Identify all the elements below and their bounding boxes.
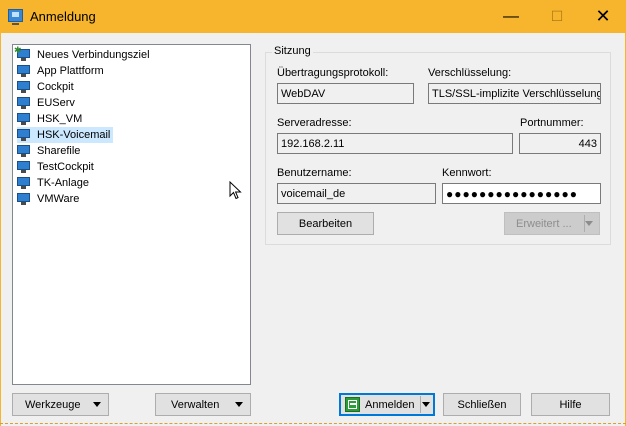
chevron-down-icon[interactable] <box>422 402 430 407</box>
server-address-input[interactable]: 192.168.2.11 <box>277 133 513 154</box>
site-item-vmware[interactable]: VMWare <box>17 191 82 207</box>
close-button[interactable]: Schließen <box>443 393 521 416</box>
tools-button-label: Werkzeuge <box>25 398 81 411</box>
server-address-value: 192.168.2.11 <box>281 137 345 150</box>
new-site-icon: ✱ <box>14 45 30 61</box>
site-item-label: Sharefile <box>37 145 81 157</box>
close-window-button[interactable]: ✕ <box>580 0 626 33</box>
window-title: Anmeldung <box>30 9 96 24</box>
site-item-label: VMWare <box>37 193 80 205</box>
session-group-title: Sitzung <box>272 45 313 57</box>
password-value: ●●●●●●●●●●●●●●●● <box>446 186 578 201</box>
manage-button-label: Verwalten <box>171 398 220 411</box>
server-label: Serveradresse: <box>277 117 352 129</box>
help-button[interactable]: Hilfe <box>531 393 610 416</box>
title-bar: Anmeldung — ☐ ✕ <box>0 0 626 33</box>
site-item-label: App Plattform <box>37 65 104 77</box>
monitor-icon <box>17 145 30 157</box>
site-item-label: Cockpit <box>37 81 74 93</box>
monitor-icon <box>17 193 30 205</box>
password-label: Kennwort: <box>442 167 492 179</box>
site-item-app-plattform[interactable]: App Plattform <box>17 63 107 79</box>
encryption-value: TLS/SSL-implizite Verschlüsselung <box>432 87 601 100</box>
site-item-cockpit[interactable]: Cockpit <box>17 79 77 95</box>
login-button[interactable]: Anmelden <box>339 393 435 416</box>
close-button-label: Schließen <box>457 398 507 411</box>
username-input[interactable]: voicemail_de <box>277 183 436 204</box>
edit-button-label: Bearbeiten <box>298 217 353 230</box>
encryption-select[interactable]: TLS/SSL-implizite Verschlüsselung <box>428 83 601 104</box>
chevron-down-icon[interactable] <box>585 221 593 226</box>
protocol-value: WebDAV <box>281 87 326 100</box>
advanced-button-label: Erweitert ... <box>516 217 572 230</box>
port-number-input[interactable]: 443 <box>519 133 601 154</box>
edit-button[interactable]: Bearbeiten <box>277 212 374 235</box>
monitor-icon <box>17 113 30 125</box>
site-item-label: HSK-Voicemail <box>37 129 111 141</box>
tools-button[interactable]: Werkzeuge <box>12 393 109 416</box>
protocol-label: Übertragungsprotokoll: <box>277 67 389 79</box>
username-label: Benutzername: <box>277 167 352 179</box>
advanced-button[interactable]: Erweitert ... <box>504 212 600 235</box>
encryption-label: Verschlüsselung: <box>428 67 512 79</box>
site-item-label: Neues Verbindungsziel <box>37 49 150 61</box>
app-monitor-icon <box>8 9 23 25</box>
window-border-left <box>0 33 1 426</box>
site-item-tk-anlage[interactable]: TK-Anlage <box>17 175 92 191</box>
site-list[interactable]: ✱ Neues Verbindungsziel App Plattform Co… <box>12 44 251 385</box>
login-icon <box>345 397 360 412</box>
site-item-sharefile[interactable]: Sharefile <box>17 143 83 159</box>
monitor-icon <box>17 81 30 93</box>
site-item-euserv[interactable]: EUServ <box>17 95 78 111</box>
site-item-label: TK-Anlage <box>37 177 89 189</box>
login-split-separator <box>420 396 421 413</box>
chevron-down-icon <box>235 402 243 407</box>
monitor-icon <box>17 97 30 109</box>
maximize-button[interactable]: ☐ <box>534 0 580 33</box>
monitor-icon <box>17 177 30 189</box>
site-item-testcockpit[interactable]: TestCockpit <box>17 159 97 175</box>
help-button-label: Hilfe <box>559 398 582 411</box>
port-label: Portnummer: <box>520 117 584 129</box>
login-button-label: Anmelden <box>365 398 415 411</box>
monitor-icon <box>17 129 30 141</box>
site-item-new[interactable]: ✱ Neues Verbindungsziel <box>14 45 153 63</box>
manage-button[interactable]: Verwalten <box>155 393 251 416</box>
password-input[interactable]: ●●●●●●●●●●●●●●●● <box>442 183 601 204</box>
mouse-cursor-icon <box>229 181 242 200</box>
minimize-button[interactable]: — <box>488 0 534 33</box>
site-item-hsk-vm[interactable]: HSK_VM <box>17 111 85 127</box>
monitor-icon <box>17 65 30 77</box>
site-item-label: EUServ <box>37 97 75 109</box>
username-value: voicemail_de <box>281 187 346 200</box>
site-item-label: TestCockpit <box>37 161 94 173</box>
port-number-value: 443 <box>578 137 597 150</box>
protocol-select[interactable]: WebDAV <box>277 83 414 104</box>
chevron-down-icon <box>93 402 101 407</box>
site-item-label: HSK_VM <box>37 113 83 125</box>
site-item-hsk-voicemail[interactable]: HSK-Voicemail <box>17 127 114 143</box>
monitor-icon <box>17 161 30 173</box>
